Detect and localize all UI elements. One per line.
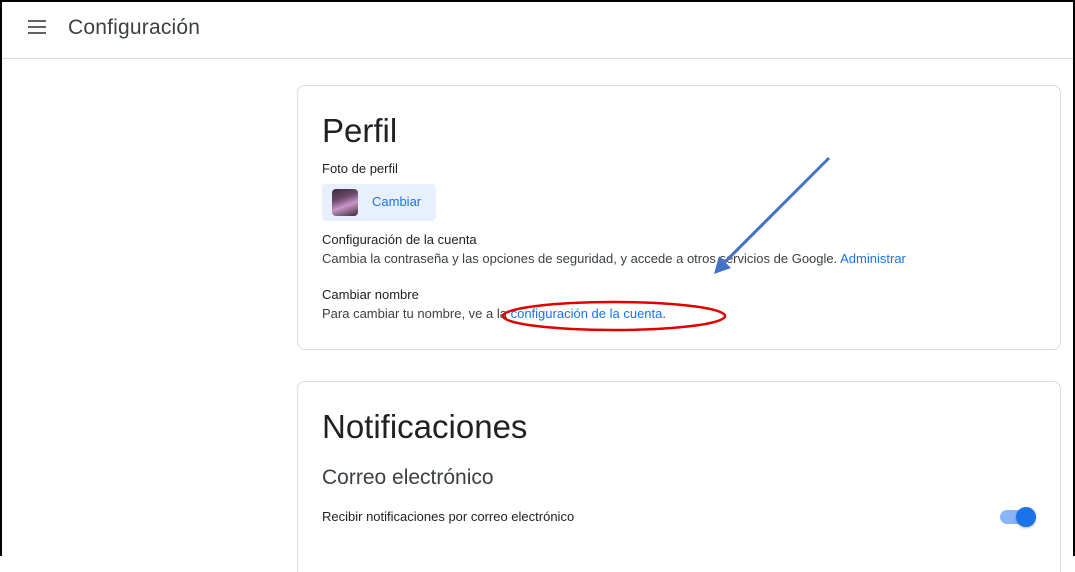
toggle-thumb xyxy=(1016,507,1036,527)
account-settings-link[interactable]: configuración de la cuenta xyxy=(511,306,663,321)
change-name-label: Cambiar nombre xyxy=(322,287,419,302)
profile-photo-label: Foto de perfil xyxy=(322,161,398,176)
hamburger-menu-icon[interactable] xyxy=(28,20,46,34)
account-settings-label: Configuración de la cuenta xyxy=(322,232,477,247)
manage-account-link[interactable]: Administrar xyxy=(840,251,906,266)
change-photo-label: Cambiar xyxy=(372,194,422,209)
profile-heading: Perfil xyxy=(322,112,398,149)
change-name-suffix: . xyxy=(662,306,666,321)
account-settings-text: Cambia la contraseña y las opciones de s… xyxy=(322,251,906,266)
email-section-heading: Correo electrónico xyxy=(322,466,494,489)
notifications-heading: Notificaciones xyxy=(322,408,528,445)
page-title: Configuración xyxy=(68,16,201,39)
account-settings-description: Cambia la contraseña y las opciones de s… xyxy=(322,251,841,266)
email-notifications-toggle[interactable] xyxy=(1000,506,1036,528)
change-name-text: Para cambiar tu nombre, ve a la configur… xyxy=(322,306,666,321)
profile-card: Perfil Foto de perfil Cambiar Configurac… xyxy=(297,85,1061,350)
email-notifications-label: Recibir notificaciones por correo electr… xyxy=(322,509,575,524)
change-name-description: Para cambiar tu nombre, ve a la xyxy=(322,306,511,321)
notifications-card: Notificaciones Correo electrónico Recibi… xyxy=(297,381,1061,572)
change-photo-button[interactable]: Cambiar xyxy=(322,184,436,221)
avatar xyxy=(332,189,358,216)
top-app-bar: Configuración xyxy=(2,2,1073,59)
